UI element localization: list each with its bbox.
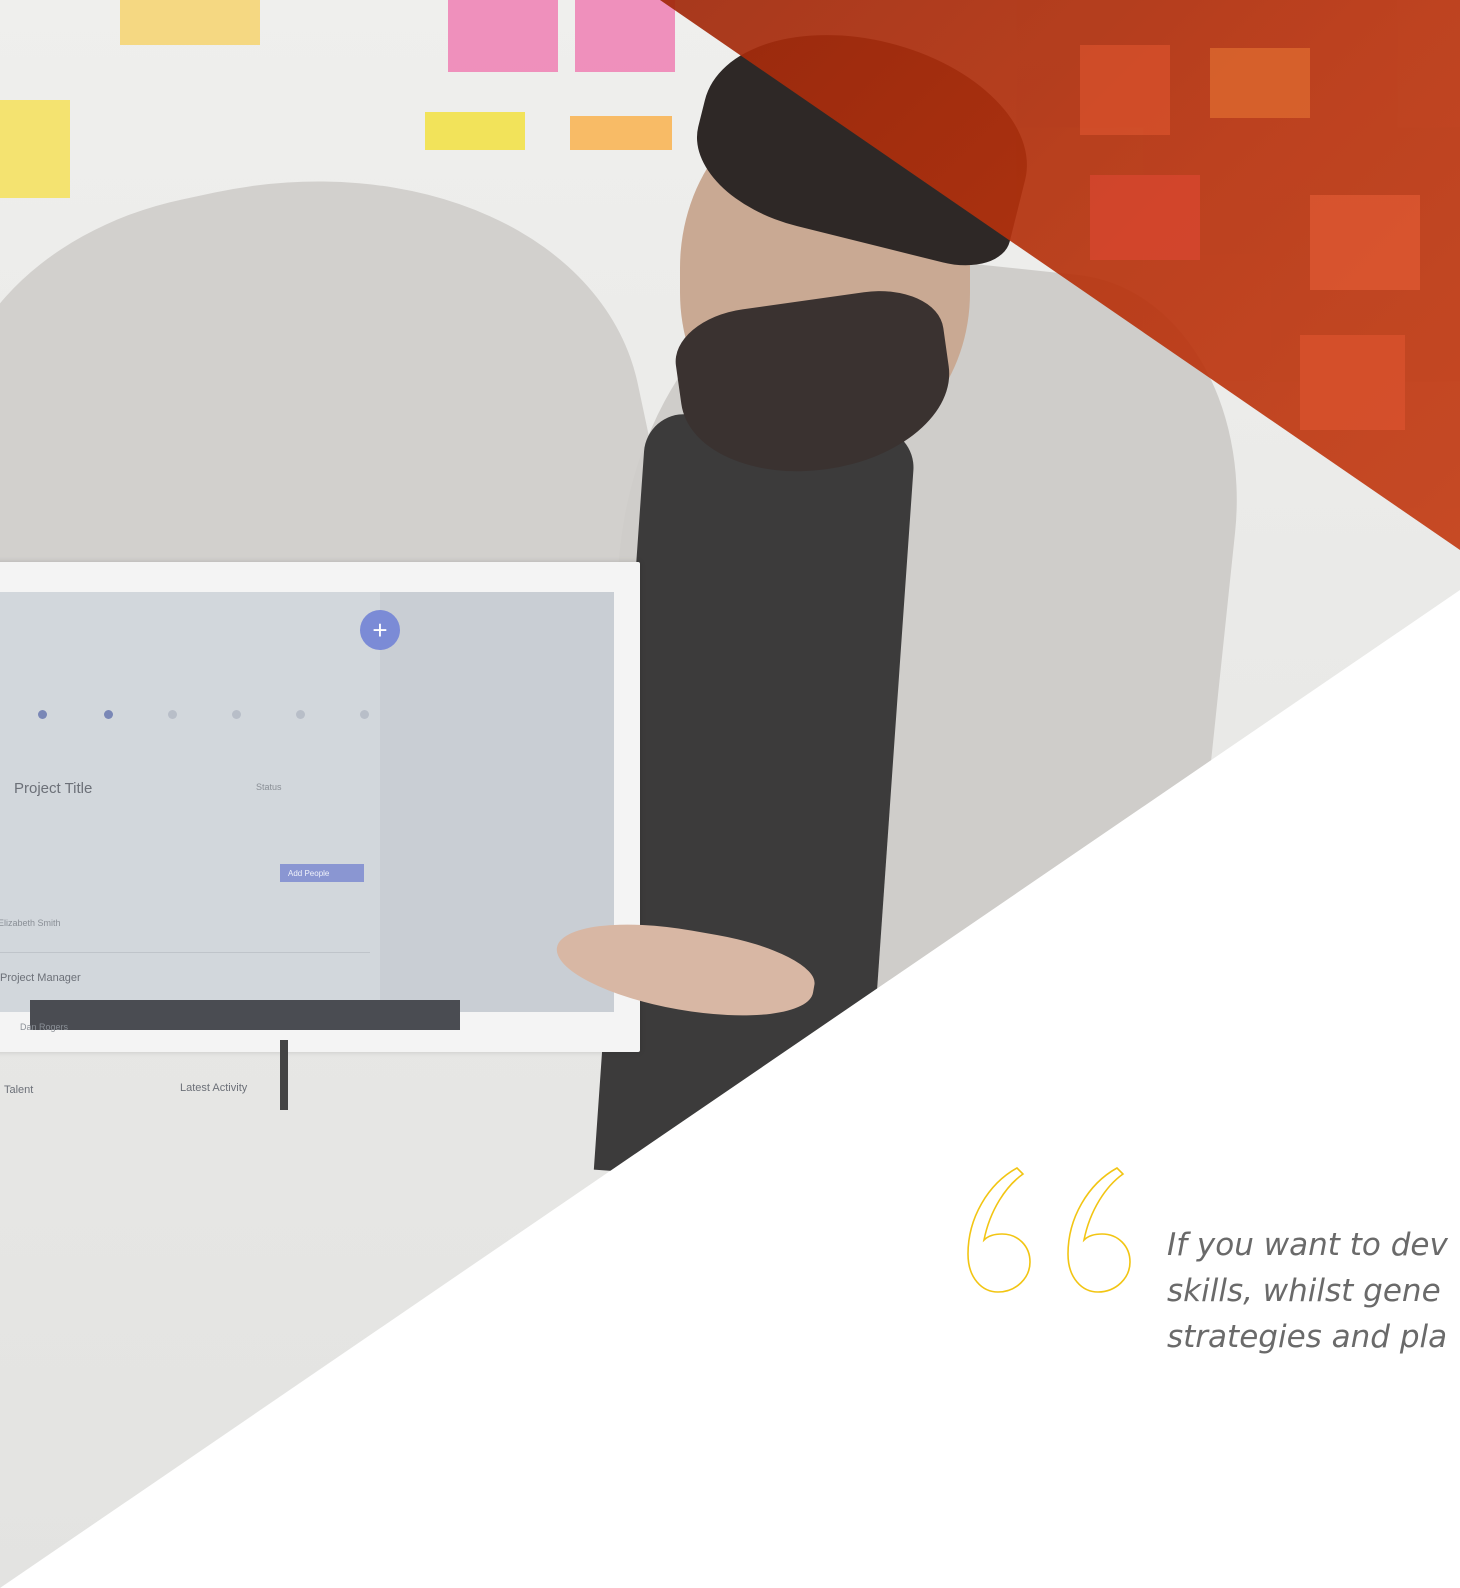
sticky-note xyxy=(1300,335,1405,430)
talent-heading: Talent xyxy=(4,1084,34,1096)
member-name: Elizabeth Smith xyxy=(0,918,61,928)
add-people-button[interactable]: Add People xyxy=(280,864,364,882)
page: Project Title Status Add People Elizabet… xyxy=(0,0,1460,1588)
sticky-note xyxy=(570,116,672,150)
step-dot xyxy=(360,710,369,719)
quote-line: skills, whilst gene xyxy=(1167,1273,1441,1309)
step-dot xyxy=(232,710,241,719)
monitor-bezel-bottom xyxy=(30,1000,460,1030)
quote-line: If you want to dev xyxy=(1167,1227,1448,1263)
person-shirt xyxy=(593,411,917,1189)
manager-name: Dan Rogers xyxy=(20,1022,69,1032)
app-card: Project Title Status Add People Elizabet… xyxy=(0,592,380,1012)
project-title: Project Title xyxy=(14,780,93,797)
sticky-note xyxy=(1310,195,1420,290)
project-manager-heading: Project Manager xyxy=(0,972,81,984)
status-label: Status xyxy=(256,782,282,792)
sticky-note xyxy=(1210,48,1310,118)
monitor-screen: Project Title Status Add People Elizabet… xyxy=(0,592,614,1012)
sticky-note xyxy=(1090,175,1200,260)
quote-line: strategies and pla xyxy=(1167,1319,1448,1355)
sticky-note xyxy=(575,0,675,72)
divider xyxy=(0,952,370,953)
step-dot xyxy=(168,710,177,719)
sticky-note xyxy=(120,0,260,45)
sticky-note xyxy=(425,112,525,150)
step-dot xyxy=(104,710,113,719)
sticky-note xyxy=(0,100,70,198)
step-dot xyxy=(296,710,305,719)
sticky-note xyxy=(448,0,558,72)
latest-activity-heading: Latest Activity xyxy=(180,1082,248,1094)
monitor-stand xyxy=(280,1040,288,1110)
step-dot xyxy=(38,710,47,719)
plus-icon: + xyxy=(372,615,388,645)
add-fab-button[interactable]: + xyxy=(360,610,400,650)
quote-text: If you want to dev skills, whilst gene s… xyxy=(1167,1222,1460,1360)
sticky-note xyxy=(1080,45,1170,135)
quote-icon xyxy=(967,1167,1131,1293)
